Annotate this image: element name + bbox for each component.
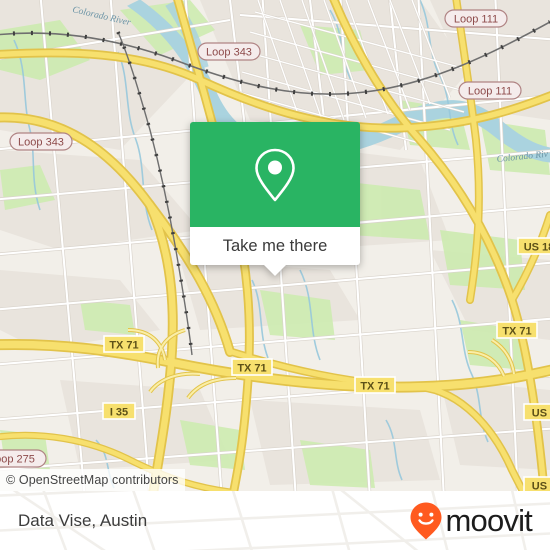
svg-text:TX 71: TX 71	[109, 340, 138, 352]
svg-text:US 1: US 1	[532, 408, 550, 420]
road-shield-tx-71-left: TX 71	[103, 335, 145, 353]
svg-text:Loop 343: Loop 343	[206, 47, 252, 59]
road-shield-loop-111-top: Loop 111	[444, 9, 508, 28]
moovit-smiley-pin-icon	[410, 502, 442, 539]
moovit-brand[interactable]: moovit	[409, 501, 533, 541]
svg-text:TX 71: TX 71	[360, 381, 389, 393]
take-me-there-label: Take me there	[222, 236, 328, 255]
road-shield-us-1-bottom: US 1	[523, 476, 550, 492]
location-popup-card[interactable]: Take me there	[190, 122, 360, 276]
moovit-wordmark: moovit	[445, 503, 532, 538]
road-shield-tx-71-right: TX 71	[496, 321, 538, 339]
svg-text:US 1: US 1	[532, 481, 550, 492]
svg-text:Loop 111: Loop 111	[468, 86, 512, 98]
svg-text:TX 71: TX 71	[502, 326, 531, 338]
popup-cta-panel[interactable]: Take me there	[190, 227, 360, 276]
popup-icon-panel	[190, 122, 360, 227]
road-shield-loop-111-second: Loop 111	[458, 81, 522, 100]
road-shield-tx-71-center-right: TX 71	[354, 376, 396, 394]
road-shield-loop-275: oop 275	[0, 449, 47, 468]
popup-pointer-tail	[264, 265, 286, 276]
osm-attribution-text: © OpenStreetMap contributors	[6, 473, 179, 487]
svg-text:Loop 111: Loop 111	[454, 14, 498, 26]
svg-text:Loop 343: Loop 343	[18, 137, 64, 149]
svg-text:I 35: I 35	[110, 407, 128, 419]
road-shield-tx-71-center: TX 71	[231, 358, 273, 376]
road-shield-us-1-mid: US 1	[523, 403, 550, 421]
road-shield-loop-343-top: Loop 343	[197, 42, 261, 61]
footer-bar: Data Vise, Austin moovit	[0, 491, 550, 550]
map-pin-icon	[255, 148, 295, 201]
road-shield-i-35: I 35	[102, 402, 136, 420]
svg-text:US 18: US 18	[524, 242, 550, 254]
svg-text:oop 275: oop 275	[0, 454, 35, 466]
road-shield-loop-343-left: Loop 343	[9, 132, 73, 151]
moovit-location-card: Colorado River Colorado Riv Loop 111 Loo…	[0, 0, 550, 550]
place-title: Data Vise, Austin	[18, 510, 148, 530]
osm-attribution[interactable]: © OpenStreetMap contributors	[0, 469, 185, 491]
svg-text:TX 71: TX 71	[237, 363, 266, 375]
road-shield-us-18: US 18	[517, 237, 550, 255]
